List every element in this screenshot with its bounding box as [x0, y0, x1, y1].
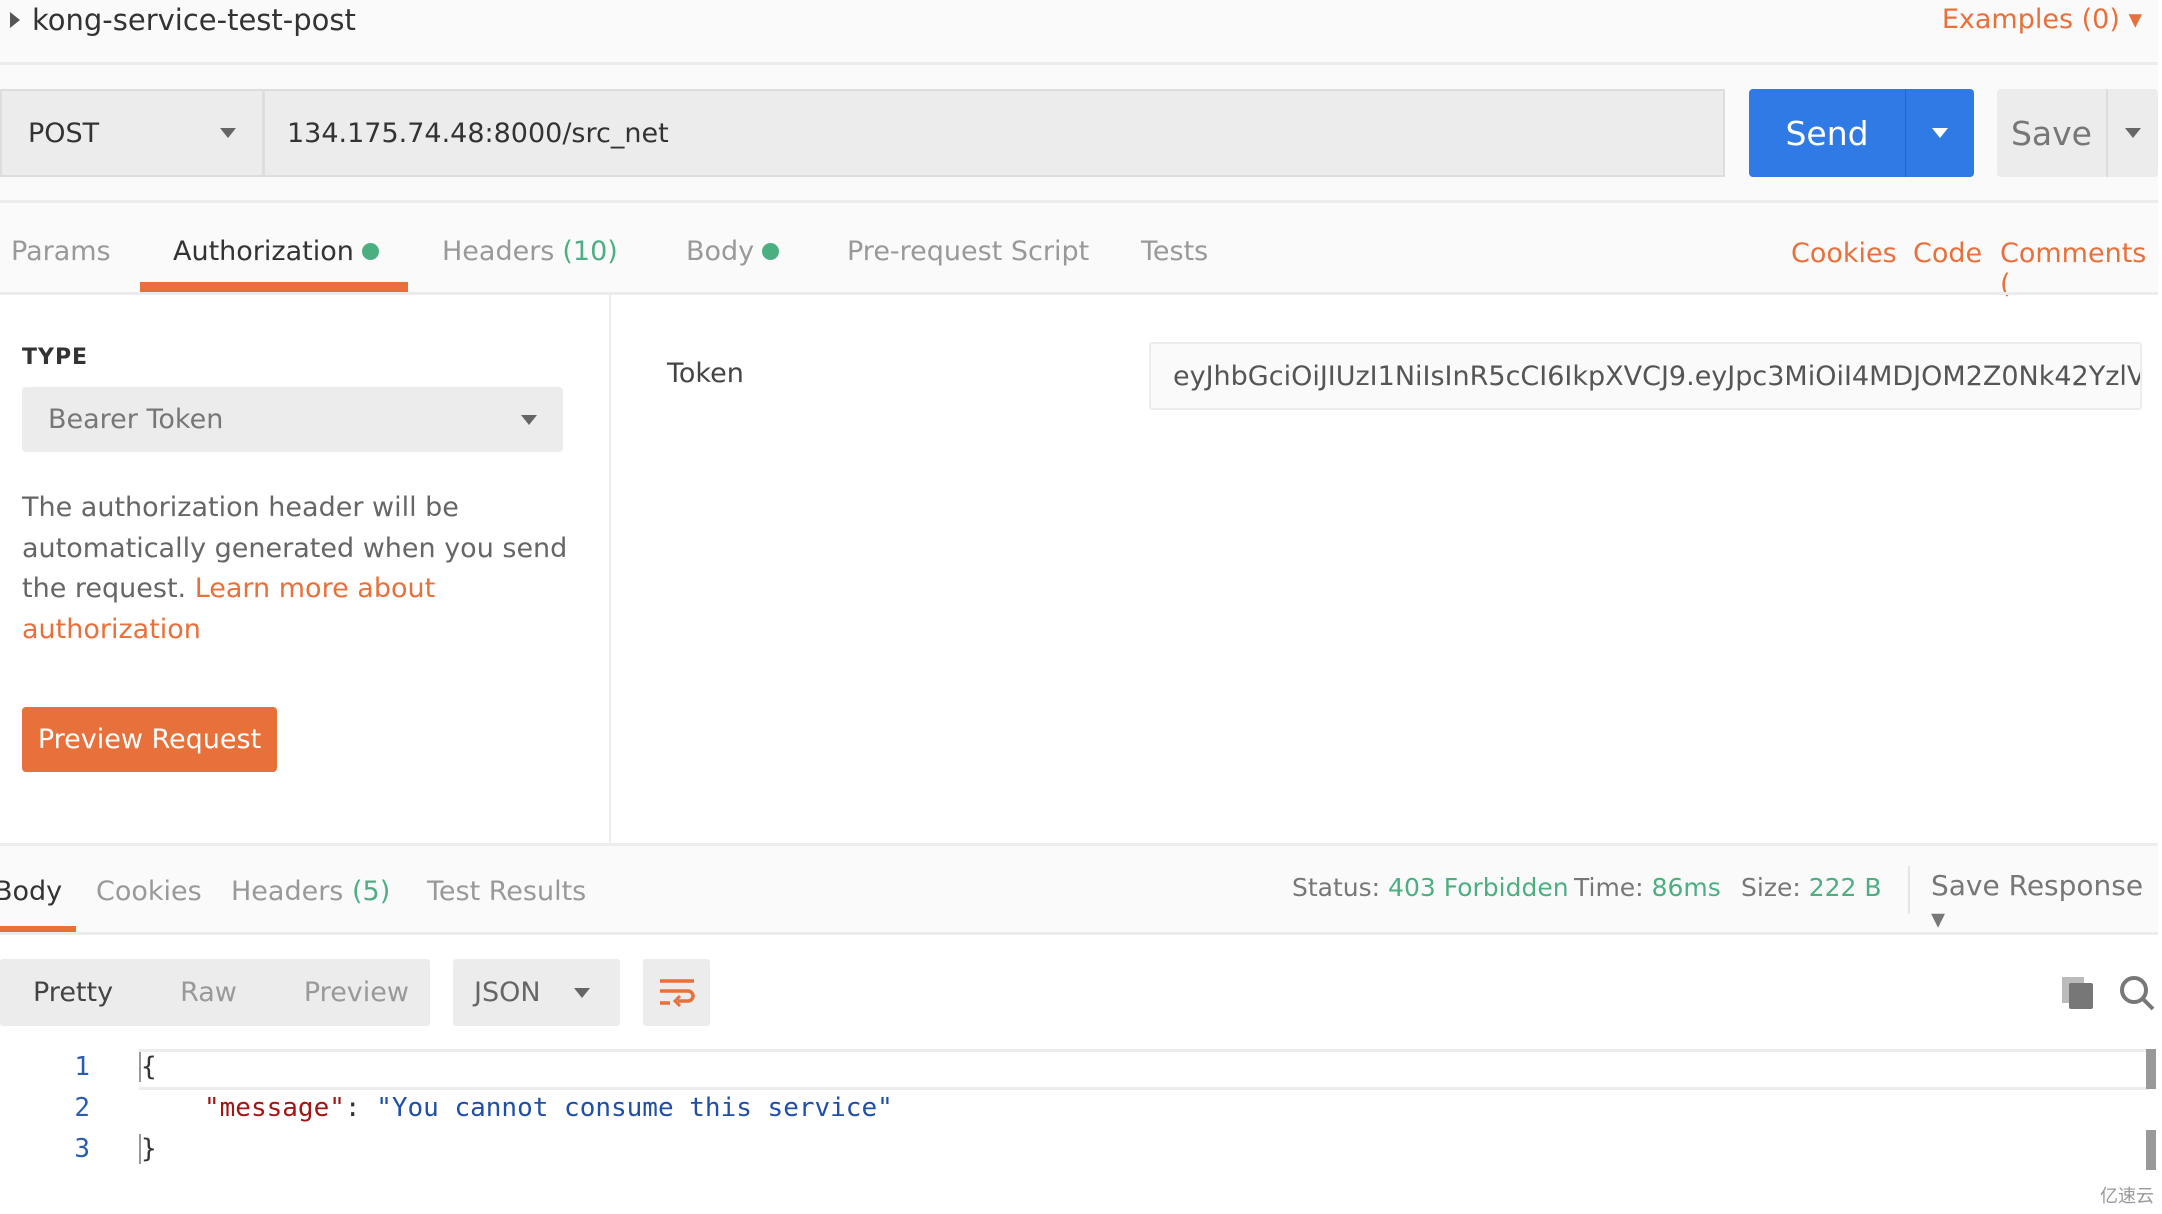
url-input[interactable]: 134.175.74.48:8000/src_net: [263, 89, 1725, 177]
tab-label: Params: [11, 236, 111, 267]
json-colon: :: [344, 1093, 377, 1123]
line-number: 1: [74, 1052, 90, 1082]
tab-label: Pre-request Script: [847, 236, 1090, 267]
time-readout: Time: 86ms: [1574, 873, 1721, 902]
expand-icon[interactable]: [10, 12, 20, 28]
active-tab-indicator: [0, 926, 76, 932]
token-input[interactable]: eyJhbGciOiJIUzI1NiIsInR5cCI6IkpXVCJ9.eyJ…: [1149, 342, 2142, 410]
time-label: Time:: [1574, 873, 1644, 902]
examples-label: Examples (0): [1941, 4, 2120, 35]
save-response-label: Save Response: [1931, 869, 2144, 902]
status-label: Status:: [1292, 873, 1381, 902]
auth-type-value: Bearer Token: [48, 404, 224, 435]
view-pretty[interactable]: Pretty: [0, 977, 113, 1008]
token-label: Token: [667, 358, 744, 389]
tab-count: (5): [351, 876, 391, 907]
divider: [0, 62, 2158, 65]
response-tab-test-results[interactable]: Test Results: [427, 876, 586, 907]
tab-headers[interactable]: Headers (10): [442, 236, 618, 267]
tab-count: (10): [562, 236, 618, 267]
tab-label: Authorization: [173, 236, 354, 267]
tab-pre-request-script[interactable]: Pre-request Script: [847, 236, 1089, 267]
url-value: 134.175.74.48:8000/src_net: [287, 117, 669, 149]
response-tab-headers[interactable]: Headers (5): [231, 876, 390, 907]
active-tab-indicator: [140, 282, 408, 292]
wrap-icon: [659, 978, 695, 1007]
json-value: "You cannot consume this service": [376, 1093, 893, 1123]
request-name-text: kong-service-test-post: [32, 3, 356, 37]
code-line: }: [139, 1134, 157, 1164]
send-button[interactable]: Send: [1749, 89, 1974, 177]
tab-params[interactable]: Params: [11, 236, 111, 267]
format-select[interactable]: JSON: [453, 959, 620, 1026]
tab-label: Body: [686, 236, 755, 267]
view-mode-group: Pretty Raw Preview: [0, 959, 430, 1026]
request-name[interactable]: kong-service-test-post: [10, 0, 356, 40]
search-icon[interactable]: [2118, 974, 2156, 1016]
preview-request-button[interactable]: Preview Request: [22, 707, 277, 772]
method-select[interactable]: POST: [0, 89, 263, 177]
active-line-highlight: [139, 1049, 2149, 1090]
copy-icon[interactable]: [2060, 975, 2096, 1015]
tab-authorization[interactable]: Authorization: [173, 236, 379, 267]
send-label[interactable]: Send: [1749, 89, 1906, 177]
chevron-down-icon: [574, 987, 590, 998]
size-value: 222 B: [1808, 873, 1882, 902]
token-value: eyJhbGciOiJIUzI1NiIsInR5cCI6IkpXVCJ9.eyJ…: [1173, 360, 2142, 392]
examples-dropdown[interactable]: Examples (0) ▾: [1942, 4, 2142, 35]
save-response-button[interactable]: Save Response ▾: [1931, 869, 2162, 935]
response-tab-cookies[interactable]: Cookies: [96, 876, 202, 907]
scrollbar[interactable]: [2146, 1049, 2156, 1089]
divider: [1908, 866, 1910, 914]
chevron-down-icon: [1932, 128, 1948, 138]
status-dot: [762, 243, 780, 260]
send-options-button[interactable]: [1906, 89, 1974, 177]
status-readout: Status: 403 Forbidden: [1292, 873, 1569, 902]
line-number: 3: [74, 1134, 90, 1164]
response-tab-body[interactable]: Body: [0, 876, 62, 907]
wrap-lines-button[interactable]: [643, 959, 710, 1026]
divider: [0, 292, 2158, 295]
save-options-button[interactable]: [2108, 89, 2158, 177]
size-label: Size:: [1741, 873, 1801, 902]
chevron-down-icon: [220, 128, 236, 138]
format-value: JSON: [474, 977, 541, 1008]
tab-label: Headers: [442, 236, 555, 267]
save-button[interactable]: Save: [1997, 89, 2158, 177]
panel-divider: [609, 295, 611, 843]
watermark: 亿速云: [2100, 1186, 2154, 1207]
view-preview[interactable]: Preview: [271, 977, 409, 1008]
auth-type-select[interactable]: Bearer Token: [22, 387, 563, 452]
json-key: "message": [204, 1093, 345, 1123]
tab-tests[interactable]: Tests: [1141, 236, 1208, 267]
chevron-down-icon: [2125, 128, 2141, 138]
status-dot: [361, 243, 379, 260]
code-line: {: [139, 1052, 157, 1082]
size-readout: Size: 222 B: [1741, 873, 1882, 902]
time-value: 86ms: [1651, 873, 1721, 902]
cookies-link[interactable]: Cookies: [1791, 238, 1897, 269]
method-value: POST: [28, 117, 100, 149]
tab-body[interactable]: Body: [686, 236, 780, 267]
chevron-down-icon: [521, 414, 537, 425]
view-raw[interactable]: Raw: [147, 977, 237, 1008]
line-number: 2: [74, 1093, 90, 1123]
divider: [0, 200, 2158, 203]
tab-label: Headers: [231, 876, 344, 907]
tab-label: Tests: [1141, 236, 1209, 267]
code-line: "message": "You cannot consume this serv…: [204, 1093, 893, 1123]
comments-link[interactable]: Comments (: [2000, 238, 2162, 300]
code-link[interactable]: Code: [1913, 238, 1982, 269]
status-value: 403 Forbidden: [1388, 873, 1569, 902]
type-label: TYPE: [22, 345, 89, 370]
scrollbar[interactable]: [2146, 1130, 2156, 1170]
save-label[interactable]: Save: [1997, 89, 2108, 177]
auth-description: The authorization header will be automat…: [22, 488, 582, 650]
